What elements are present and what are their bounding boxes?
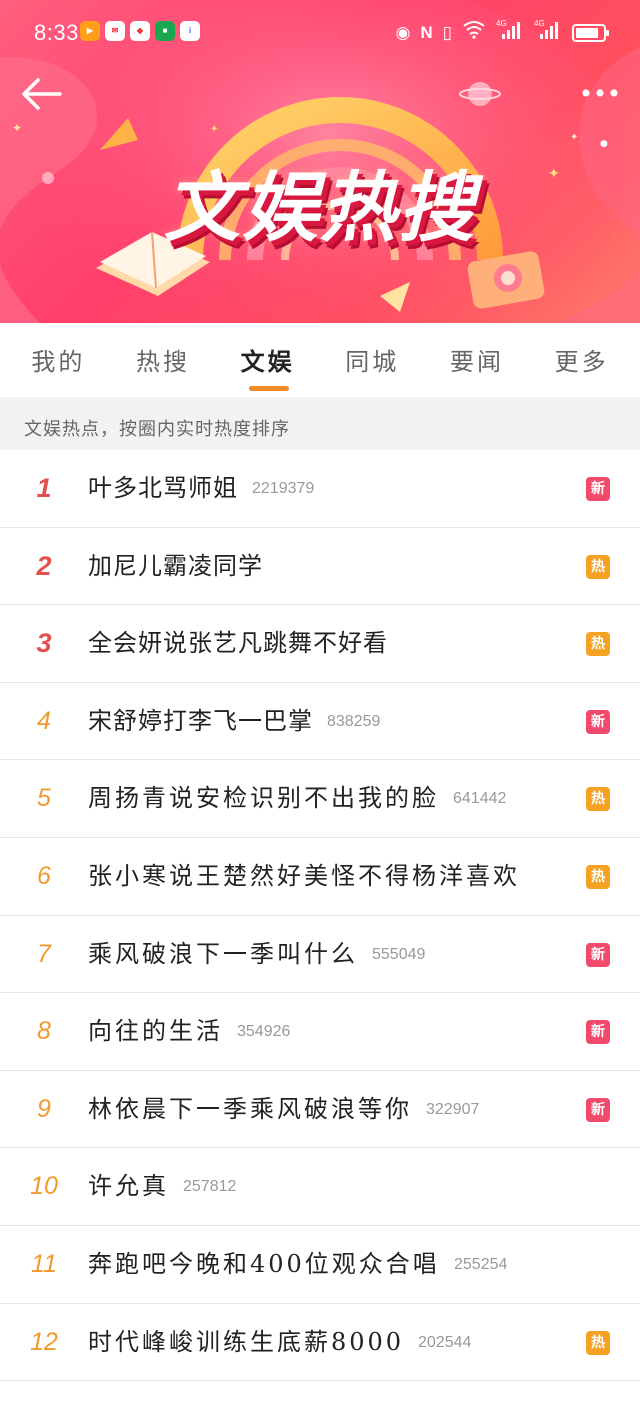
item-title: 全会妍说张艺凡跳舞不好看 (88, 629, 388, 658)
video-app-icon: ▶ (80, 21, 100, 41)
rank-number: 9 (37, 1094, 51, 1123)
tab-5[interactable]: 更多 (537, 323, 627, 397)
more-button[interactable] (578, 78, 622, 108)
svg-text:✦: ✦ (570, 132, 578, 143)
list-item[interactable]: 8 向往的生活 354926 新 (0, 993, 640, 1071)
signal-icon: 4G (534, 18, 562, 48)
list-item[interactable]: 9 林依晨下一季乘风破浪等你 322907 新 (0, 1071, 640, 1149)
tab-1[interactable]: 热搜 (118, 323, 208, 397)
hot-badge: 热 (586, 1330, 610, 1355)
rank-number: 11 (31, 1249, 57, 1278)
heat-count: 202544 (418, 1333, 472, 1351)
rank-number: 1 (36, 473, 52, 503)
new-badge: 新 (586, 477, 610, 501)
list-item[interactable]: 11 奔跑吧今晚和400位观众合唱 255254 (0, 1226, 640, 1304)
status-right-icons: ◉ N ▯ 4G 4G (395, 18, 609, 48)
list-item[interactable]: 10 许允真 257812 (0, 1148, 640, 1226)
eye-icon: ◉ (395, 23, 411, 42)
game-app-icon: ■ (155, 21, 175, 41)
list-item[interactable]: 1 叶多北骂师姐 2219379 新 (0, 450, 640, 528)
item-title: 奔跑吧今晚和400位观众合唱 (88, 1249, 440, 1278)
tab-4[interactable]: 要闻 (432, 323, 522, 397)
list-item[interactable]: 4 宋舒婷打李飞一巴掌 838259 新 (0, 683, 640, 761)
item-title: 林依晨下一季乘风破浪等你 (88, 1094, 412, 1123)
info-app-icon: i (180, 21, 200, 41)
active-tab-indicator (248, 386, 289, 391)
item-title: 乘风破浪下一季叫什么 (88, 939, 358, 968)
rank-number: 2 (36, 550, 52, 581)
item-title: 周扬青说安检识别不出我的脸 (88, 784, 439, 813)
category-tabs: 我的 热搜 文娱 同城 要闻 更多 (0, 323, 640, 397)
svg-text:✦: ✦ (12, 121, 22, 135)
item-title: 宋舒婷打李飞一巴掌 (88, 706, 313, 735)
svg-text:✦: ✦ (210, 124, 218, 135)
tab-3[interactable]: 同城 (327, 323, 417, 397)
tab-label: 热搜 (135, 348, 190, 376)
tab-2[interactable]: 文娱 (223, 323, 313, 397)
rank-number: 10 (30, 1172, 58, 1201)
status-bar: 8:33 ▶ ✉ ◆ ■ i ◉ N ▯ 4G 4G (0, 0, 640, 64)
heat-count: 838259 (327, 712, 381, 730)
rank-number: 12 (30, 1327, 58, 1356)
header-banner: ✦ ✦ ✦ ✦ ● 8:33 ▶ ✉ ◆ ■ i ◉ N ▯ 4G 4G 文娱热… (0, 0, 640, 323)
heat-count: 641442 (453, 790, 507, 808)
gift-app-icon: ◆ (130, 21, 150, 41)
item-title: 张小寒说王楚然好美怪不得杨洋喜欢 (88, 861, 520, 890)
back-button[interactable] (20, 74, 64, 114)
more-dots-icon (582, 89, 618, 97)
list-item[interactable]: 7 乘风破浪下一季叫什么 555049 新 (0, 916, 640, 994)
signal-icon: 4G (496, 18, 524, 48)
list-item[interactable]: 6 张小寒说王楚然好美怪不得杨洋喜欢 热 (0, 838, 640, 916)
new-badge: 新 (586, 709, 610, 734)
rank-number: 3 (36, 628, 52, 659)
battery-level (576, 28, 598, 38)
vibrate-icon: ▯ (442, 23, 452, 42)
heat-count: 322907 (426, 1100, 480, 1118)
new-badge: 新 (586, 1097, 610, 1122)
banner-title: 文娱热搜 (164, 163, 476, 252)
tab-label: 要闻 (449, 348, 504, 376)
rank-number: 6 (37, 861, 51, 890)
item-title: 时代峰峻训练生底薪8000 (88, 1327, 405, 1356)
hot-badge: 热 (586, 864, 610, 889)
hot-search-list: 1 叶多北骂师姐 2219379 新 2 加尼儿霸凌同学热 3 全会妍说张艺凡跳舞不好看热 4 宋… (0, 450, 640, 1382)
item-title: 许允真 (88, 1172, 169, 1201)
nfc-icon: N (420, 23, 433, 42)
back-arrow-icon (22, 78, 62, 110)
heat-count: 257812 (183, 1178, 237, 1196)
rank-number: 5 (37, 784, 51, 813)
mail-app-icon: ✉ (105, 21, 125, 41)
net-label: 4G (496, 19, 507, 28)
hot-badge: 热 (586, 787, 610, 812)
rank-number: 7 (37, 939, 51, 968)
heat-count: 2219379 (252, 480, 315, 497)
new-badge: 新 (586, 1020, 610, 1045)
list-item[interactable]: 12 时代峰峻训练生底薪8000 202544 热 (0, 1304, 640, 1382)
wifi-icon (462, 19, 486, 47)
battery-icon (572, 24, 609, 42)
net-label: 4G (534, 19, 545, 28)
tab-label: 同城 (345, 348, 400, 376)
status-time: 8:33 (34, 20, 79, 45)
list-item[interactable]: 3 全会妍说张艺凡跳舞不好看 热 (0, 605, 640, 683)
list-item[interactable]: 2 加尼儿霸凌同学 热 (0, 528, 640, 606)
hot-badge: 热 (586, 632, 610, 657)
tab-label: 我的 (31, 348, 86, 376)
heat-count: 555049 (372, 945, 426, 963)
rank-number: 8 (37, 1017, 51, 1046)
list-item[interactable]: 5 周扬青说安检识别不出我的脸 641442 热 (0, 760, 640, 838)
item-title: 加尼儿霸凌同学 (88, 551, 263, 580)
tab-label: 更多 (554, 348, 609, 376)
rank-number: 4 (37, 706, 51, 735)
status-app-icons: ▶ ✉ ◆ ■ i (80, 21, 200, 41)
tab-label: 文娱 (240, 347, 295, 376)
tab-0[interactable]: 我的 (13, 323, 103, 397)
hot-badge: 热 (586, 554, 610, 579)
new-badge: 新 (586, 942, 610, 967)
heat-count: 255254 (454, 1255, 508, 1273)
item-title: 叶多北骂师姐 (88, 474, 238, 502)
item-title: 向往的生活 (88, 1017, 223, 1046)
list-description: 文娱热点，按圈内实时热度排序 (0, 397, 640, 450)
heat-count: 354926 (237, 1023, 291, 1041)
